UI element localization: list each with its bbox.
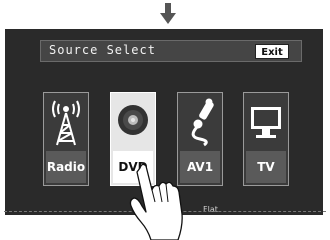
footer-label: Flat — [203, 205, 218, 214]
pointing-hand-icon — [129, 163, 183, 240]
title-bar: Source Select Exit — [40, 40, 302, 62]
source-label: Radio — [46, 151, 86, 183]
exit-button[interactable]: Exit — [255, 44, 289, 59]
screen-title: Source Select — [49, 43, 156, 57]
monitor-icon — [251, 107, 281, 138]
source-label: TV — [246, 151, 286, 183]
source-tile-tv[interactable]: TV — [243, 92, 289, 186]
source-tile-radio[interactable]: Radio — [43, 92, 89, 186]
disc-icon — [118, 105, 148, 135]
plug-icon — [191, 98, 214, 147]
down-arrow-icon — [160, 3, 176, 24]
antenna-icon — [52, 100, 80, 146]
